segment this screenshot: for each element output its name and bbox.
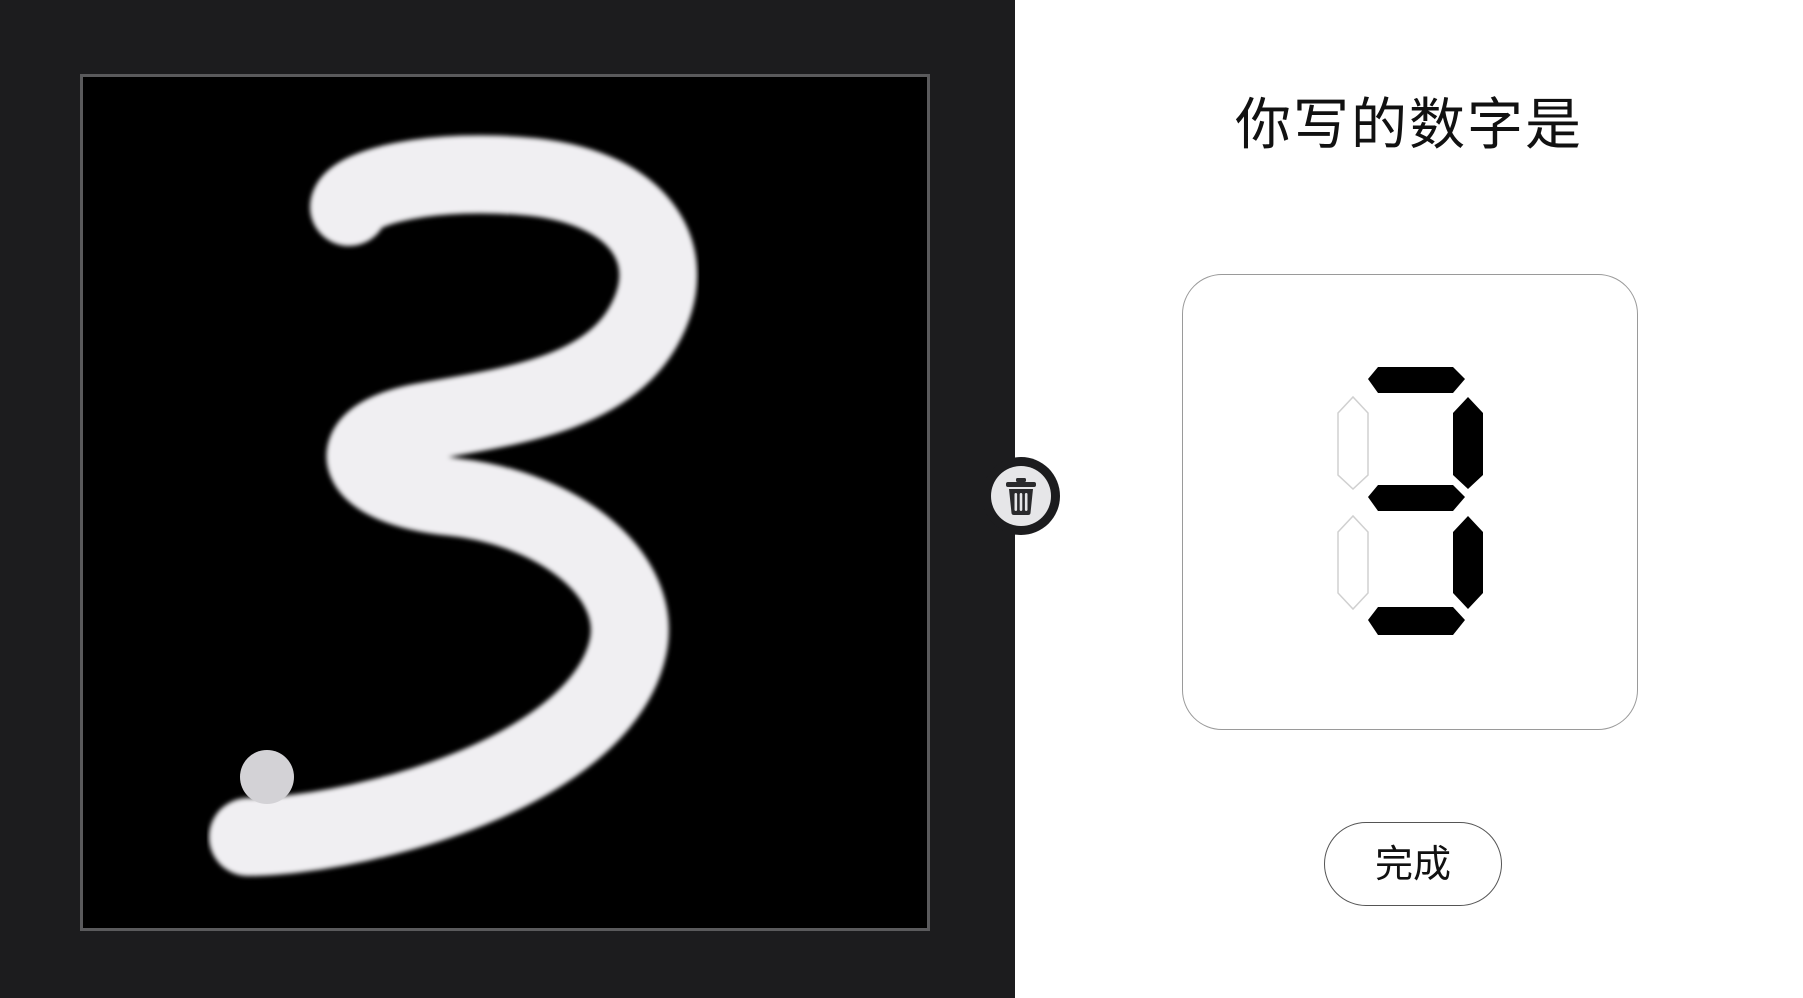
result-title: 你写的数字是 <box>1235 93 1583 158</box>
drawn-digit-stroke <box>209 135 698 876</box>
result-panel: 你写的数字是 完成 <box>1015 0 1803 998</box>
segment-b <box>1453 397 1483 489</box>
app-root: 你写的数字是 完成 <box>0 0 1803 998</box>
done-button[interactable]: 完成 <box>1324 822 1502 906</box>
predicted-digit-display <box>1182 274 1638 730</box>
segment-e <box>1337 514 1369 611</box>
segment-g <box>1368 485 1465 511</box>
seven-segment-digit <box>1337 367 1483 635</box>
trash-icon <box>1006 478 1036 515</box>
segment-a <box>1368 367 1465 393</box>
segment-f <box>1337 395 1369 491</box>
clear-button-face <box>991 466 1051 526</box>
segment-c <box>1453 516 1483 609</box>
clear-canvas-button[interactable] <box>982 457 1060 535</box>
drawing-canvas[interactable] <box>80 74 930 931</box>
segment-d <box>1368 607 1465 635</box>
drawing-panel <box>0 0 1015 998</box>
pen-cursor <box>240 750 294 804</box>
